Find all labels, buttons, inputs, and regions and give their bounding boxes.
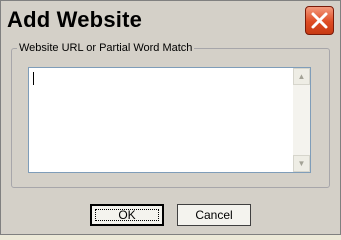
text-caret (33, 72, 34, 85)
url-textarea[interactable]: ▲ ▼ (28, 67, 311, 173)
title-bar: Add Website (1, 1, 340, 39)
window-title: Add Website (7, 7, 143, 32)
cancel-button-label: Cancel (195, 208, 233, 222)
add-website-dialog: Add Website Website URL or Partial Word … (0, 0, 341, 235)
group-label: Website URL or Partial Word Match (17, 42, 195, 54)
scroll-down-arrow-icon: ▼ (297, 159, 306, 168)
vertical-scrollbar[interactable]: ▲ ▼ (293, 68, 310, 172)
cancel-button[interactable]: Cancel (177, 204, 251, 226)
scroll-up-arrow-icon: ▲ (297, 72, 306, 81)
focus-rectangle (95, 209, 159, 221)
scroll-down-button[interactable]: ▼ (293, 155, 310, 172)
close-icon (311, 12, 328, 29)
scroll-up-button[interactable]: ▲ (293, 68, 310, 85)
close-button[interactable] (305, 6, 334, 35)
ok-button[interactable]: OK (90, 204, 164, 226)
